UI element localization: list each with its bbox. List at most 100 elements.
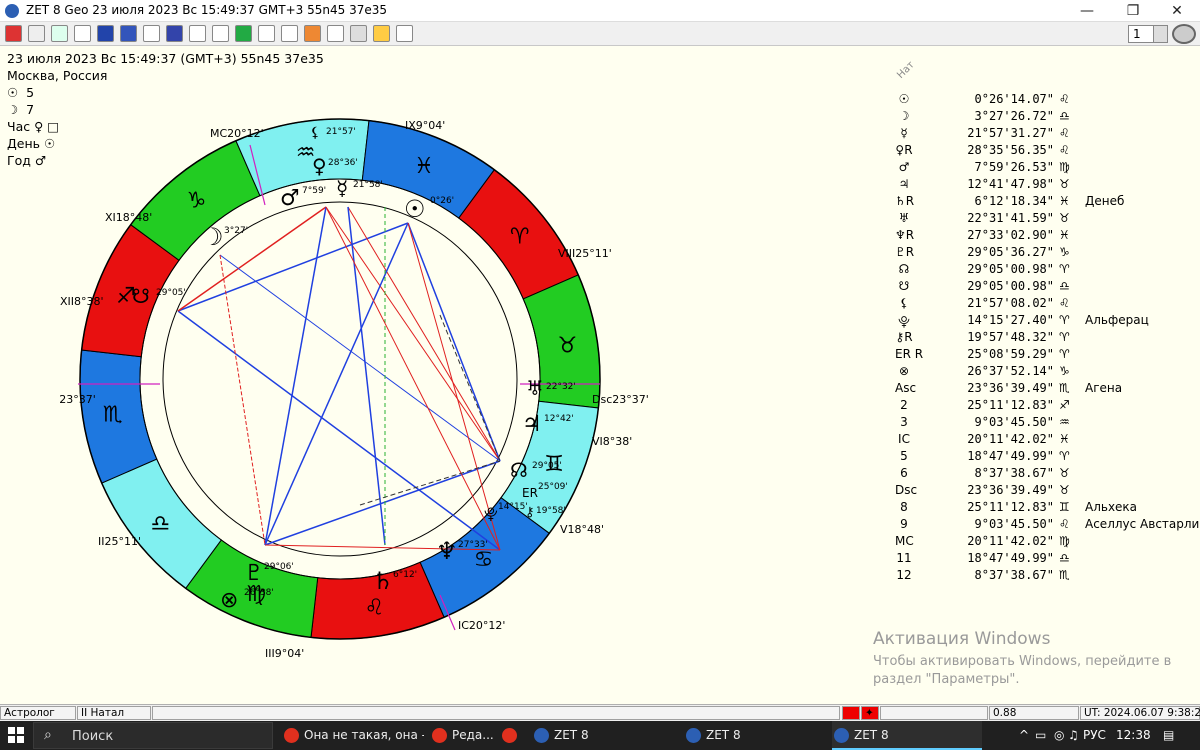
position-glyph: 5 <box>900 449 908 463</box>
calendar-icon[interactable] <box>28 25 45 42</box>
position-row: Asc 23°36'39.49" ♏ Агена <box>895 381 1195 398</box>
position-row: ☉ 0°26'14.07" ♌ <box>895 92 1195 109</box>
place-line: Москва, Россия <box>7 68 108 83</box>
taskbar-search[interactable]: ⌕ Поиск <box>33 722 273 749</box>
zodiac-sign-icon: ♌ <box>365 595 385 620</box>
position-glyph: ER R <box>895 347 924 361</box>
position-glyph: ☊ <box>898 262 910 276</box>
cusp-asc: Asc23°37' <box>60 393 96 406</box>
position-value: 18°47'49.99" <box>967 449 1054 463</box>
close-button[interactable]: ✕ <box>1154 0 1200 22</box>
table-icon[interactable] <box>212 25 229 42</box>
volume-icon[interactable]: ♫ <box>1068 721 1079 750</box>
tools-icon[interactable] <box>350 25 367 42</box>
status-star-icon[interactable]: ✦ <box>861 706 879 720</box>
position-glyph: ♀R <box>895 143 913 157</box>
jupiter-label: 12°42' <box>544 414 574 424</box>
position-value: 25°08'59.29" <box>967 347 1054 361</box>
text-icon[interactable] <box>396 25 413 42</box>
position-glyph: ♂ <box>898 160 910 174</box>
chevron-up-icon[interactable]: ^ <box>1019 721 1029 750</box>
status-blank <box>152 706 840 720</box>
position-value: 9°03'45.50" <box>974 415 1054 429</box>
warning-icon[interactable] <box>373 25 390 42</box>
list-icon[interactable] <box>281 25 298 42</box>
position-row: ♀R 28°35'56.35" ♌ <box>895 143 1195 160</box>
grid-icon[interactable] <box>235 25 252 42</box>
globe-icon[interactable] <box>51 25 68 42</box>
chart-double-icon[interactable] <box>143 25 160 42</box>
taskbar-app[interactable]: ZET 8 <box>532 721 678 750</box>
language-indicator[interactable]: РУС <box>1083 721 1106 750</box>
taskbar-app[interactable]: ZET 8 <box>684 721 826 750</box>
cusp-vi: VI8°38' <box>592 435 632 448</box>
report-icon[interactable] <box>258 25 275 42</box>
fire-orange-icon[interactable] <box>304 25 321 42</box>
uranus-icon: ♅ <box>526 376 544 400</box>
zodiac-sign-icon: ♏ <box>103 402 123 427</box>
position-glyph: ☿ <box>900 126 908 140</box>
position-value: 3°27'26.72" <box>974 109 1054 123</box>
position-glyph: MC <box>895 534 914 548</box>
position-sign-icon: ♌ <box>1059 126 1070 140</box>
position-glyph: ♄R <box>895 194 915 208</box>
position-value: 27°33'02.90" <box>967 228 1054 242</box>
position-glyph: ☽ <box>898 109 910 123</box>
position-value: 14°15'27.40" <box>967 313 1054 327</box>
pluto-icon: ♇ <box>244 561 264 586</box>
chart-wheel-icon[interactable] <box>74 25 91 42</box>
position-sign-icon: ♉ <box>1059 483 1070 497</box>
spinner[interactable]: 1 <box>1128 25 1168 43</box>
position-value: 9°03'45.50" <box>974 517 1054 531</box>
network-icon[interactable]: ◎ <box>1054 721 1064 750</box>
cusp-viii: VIII25°11' <box>558 247 612 260</box>
spinner-arrows[interactable] <box>1153 26 1167 42</box>
minimize-button[interactable]: — <box>1064 0 1110 22</box>
notifications-icon[interactable]: ▤ <box>1163 721 1174 750</box>
chart-blue-icon[interactable] <box>120 25 137 42</box>
lilith-label: 21°57' <box>326 127 356 137</box>
clock[interactable]: 12:38 <box>1116 721 1151 750</box>
taskbar-app-label: Реда... <box>452 728 494 742</box>
venus-label: 28°36' <box>328 158 358 168</box>
mars-icon: ♂ <box>280 186 300 211</box>
windows-start-icon[interactable] <box>8 727 24 743</box>
chart-dark-icon[interactable] <box>97 25 114 42</box>
heart-icon[interactable] <box>189 25 206 42</box>
chiron-label: 19°58' <box>536 506 566 516</box>
position-sign-icon: ♏ <box>1059 568 1070 582</box>
venus-icon: ♀ <box>34 119 44 134</box>
position-sign-icon: ♈ <box>1059 330 1070 344</box>
position-glyph: ☉ <box>898 92 910 106</box>
cusp-xii: XII8°38' <box>60 295 104 308</box>
moon-icon: ☽ <box>202 223 224 251</box>
eris-label: 25°09' <box>538 482 568 492</box>
uranus-label: 22°32' <box>546 382 576 392</box>
taskbar-app[interactable]: Она не такая, она - д... <box>282 721 424 750</box>
fortune-label: 26°38' <box>244 588 274 598</box>
position-value: 23°36'39.49" <box>967 381 1054 395</box>
fire-icon[interactable] <box>5 25 22 42</box>
target-icon[interactable] <box>1172 24 1196 44</box>
chart-dots-icon[interactable] <box>166 25 183 42</box>
position-value: 25°11'12.83" <box>967 398 1054 412</box>
maximize-button[interactable]: ❐ <box>1110 0 1156 22</box>
position-sign-icon: ♎ <box>1059 109 1070 123</box>
app-icon <box>502 728 517 743</box>
position-row: ♃ 12°41'47.98" ♉ <box>895 177 1195 194</box>
window-icon[interactable]: ▭ <box>1035 721 1046 750</box>
taskbar-app[interactable]: ZET 8 <box>832 721 982 750</box>
square-icon: □ <box>47 119 60 134</box>
search-placeholder: Поиск <box>72 729 114 744</box>
status-red-square[interactable] <box>842 706 860 720</box>
taskbar-app[interactable] <box>500 721 528 750</box>
eris-icon: ER <box>522 486 538 500</box>
natal-chart-wheel[interactable]: ♈♉♊♋♌♍♎♏♐♑♒♓ MC20°12' IX9°04' XI18°48' X… <box>60 105 660 675</box>
position-value: 12°41'47.98" <box>967 177 1054 191</box>
position-value: 7°59'26.53" <box>974 160 1054 174</box>
moon-label: 3°27' <box>224 226 248 236</box>
position-row: MC 20°11'42.02" ♍ <box>895 534 1195 551</box>
zodiac-icon[interactable] <box>327 25 344 42</box>
pluto-label: 29°06' <box>264 562 294 572</box>
taskbar-app[interactable]: Реда... <box>430 721 496 750</box>
